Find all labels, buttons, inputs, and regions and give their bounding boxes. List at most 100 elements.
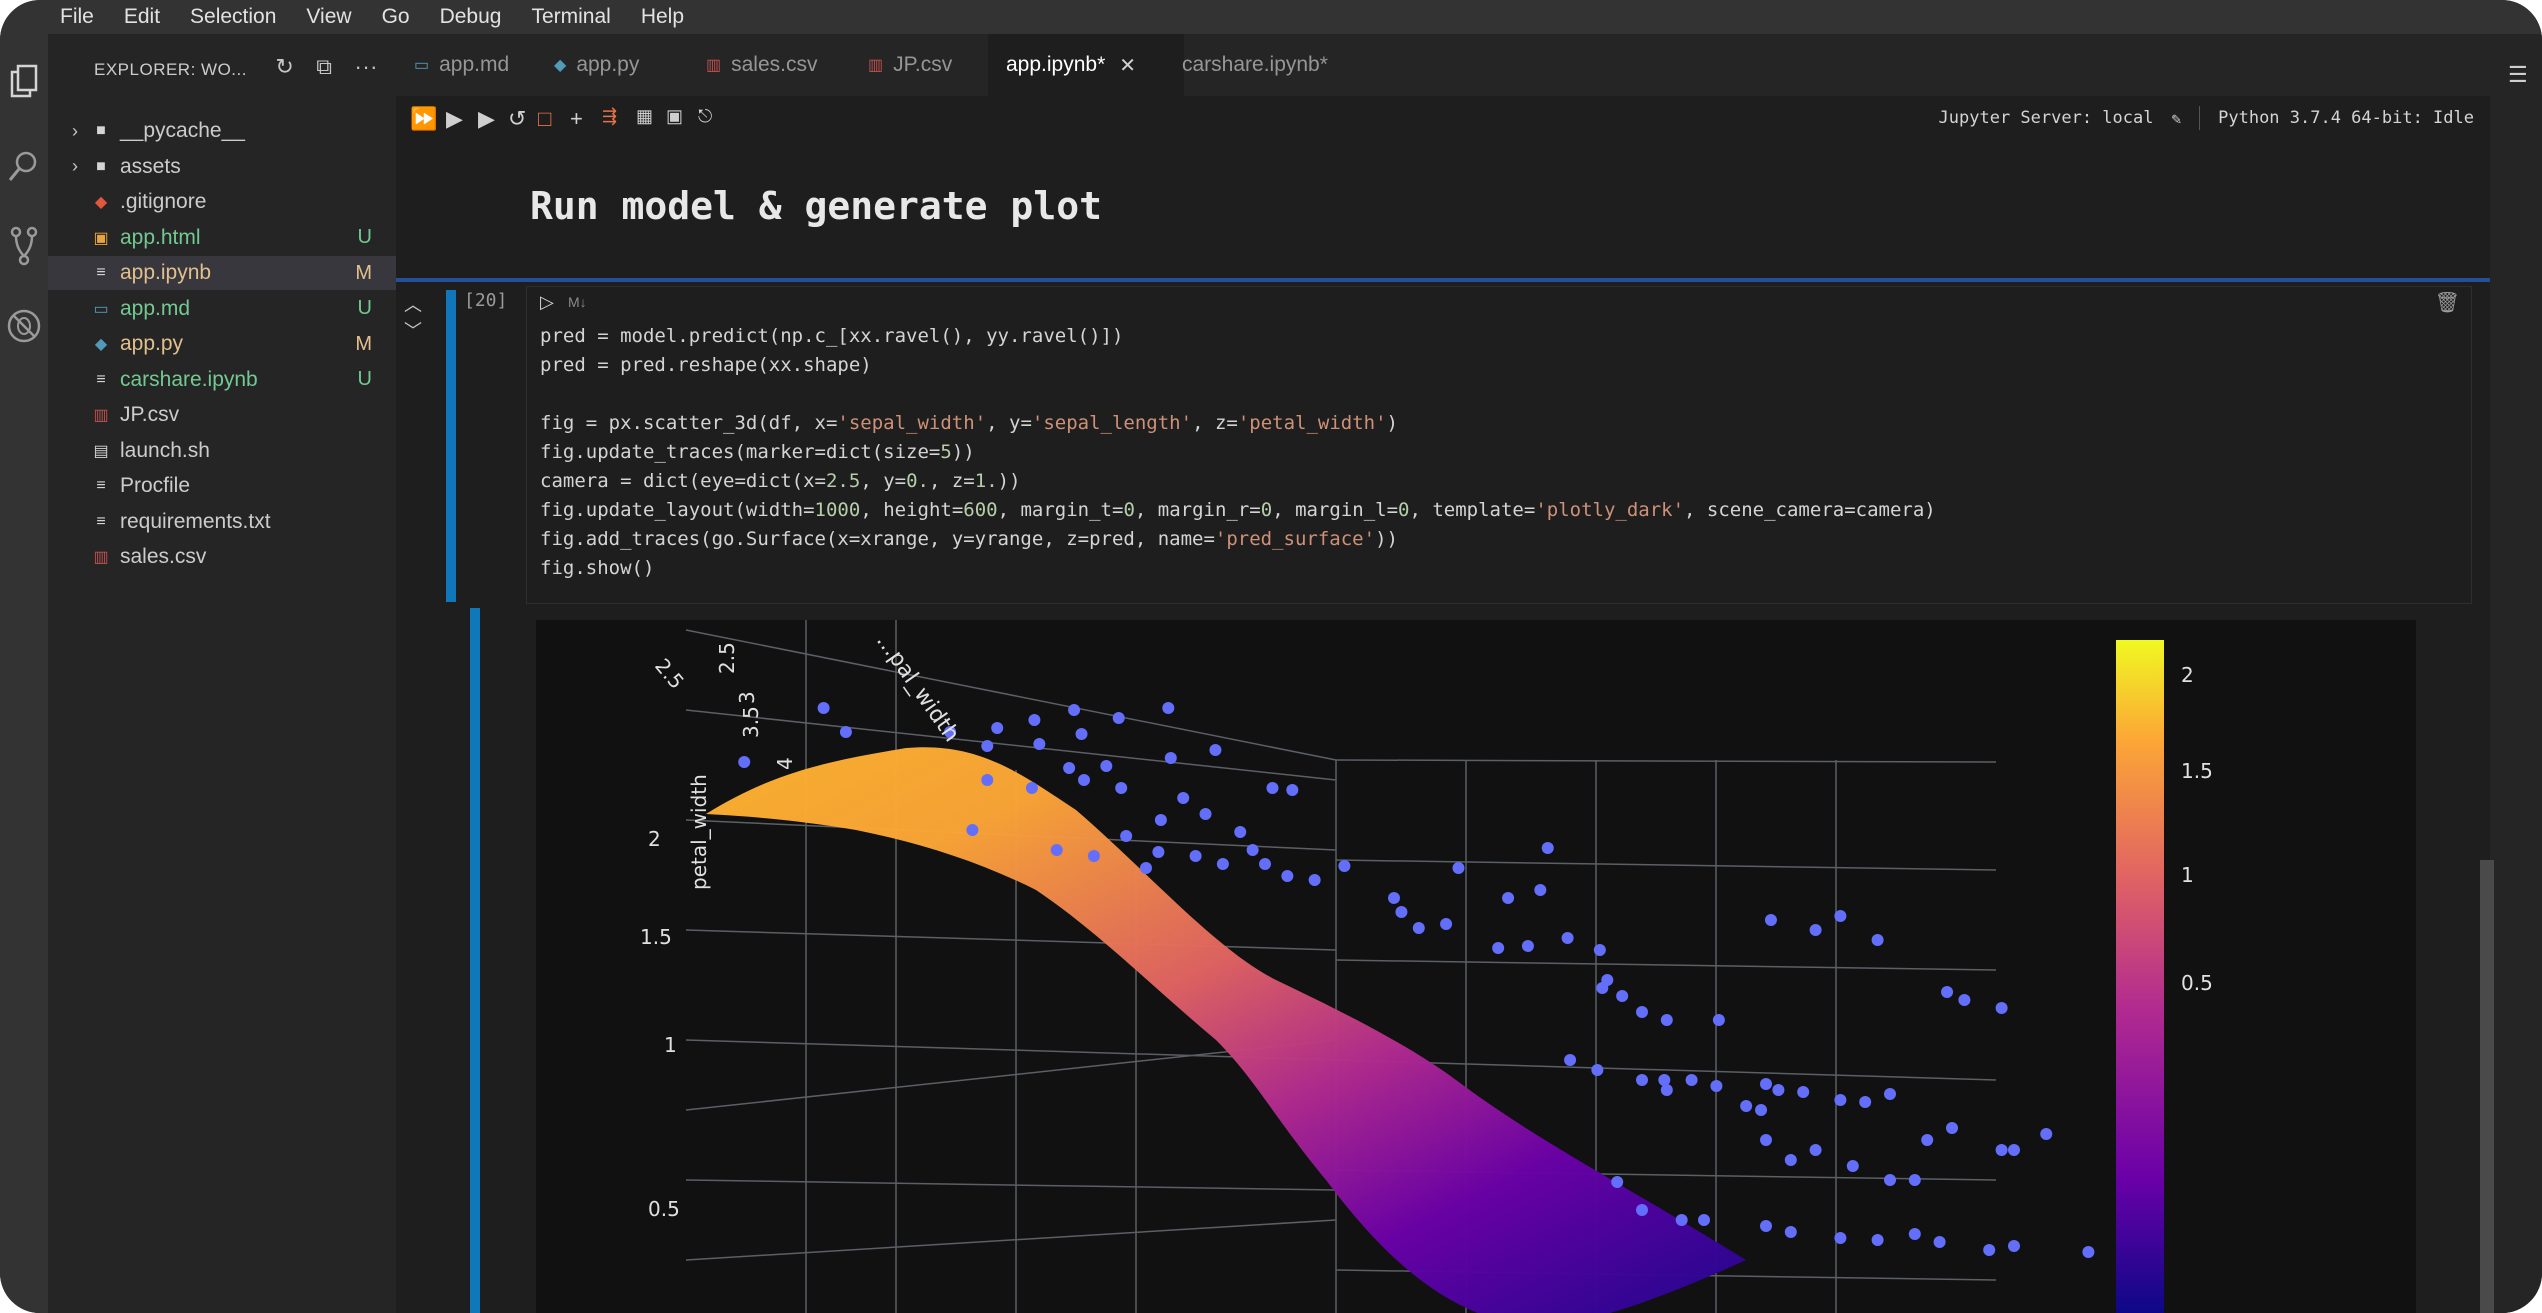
tree-item[interactable]: ≡ requirements.txt <box>48 505 396 539</box>
code-line[interactable]: pred = pred.reshape(xx.shape) <box>540 351 1936 380</box>
export-icon[interactable]: ⎋ <box>698 106 712 127</box>
tab-app-md[interactable]: ▭ app.md <box>396 34 556 96</box>
restart-kernel-icon[interactable]: ↺ <box>508 106 526 132</box>
menu-edit[interactable]: Edit <box>124 5 160 29</box>
menu-terminal[interactable]: Terminal <box>531 5 610 29</box>
sh-file-icon: ▤ <box>93 442 109 460</box>
scatter-point <box>1388 892 1400 904</box>
collapse-all-icon[interactable]: ⧉ <box>316 54 332 80</box>
csv-file-icon: ▥ <box>93 407 109 424</box>
code-line[interactable]: pred = model.predict(np.c_[xx.ravel(), y… <box>540 322 1936 351</box>
code-line[interactable]: camera = dict(eye=dict(x=2.5, y=0., z=1.… <box>540 467 1936 496</box>
delete-cell-icon[interactable]: 🗑 <box>2435 290 2460 315</box>
scatter-point <box>1908 1228 1921 1240</box>
more-icon[interactable]: ··· <box>355 54 378 80</box>
explorer-title: EXPLORER: WO... <box>94 60 247 79</box>
scatter-point <box>1075 728 1088 740</box>
menu-go[interactable]: Go <box>382 5 410 29</box>
explorer-icon[interactable] <box>4 62 44 106</box>
tree-item[interactable]: ◆ app.py M <box>48 327 396 361</box>
markdown-heading[interactable]: Run model & generate plot <box>530 184 1102 228</box>
md-file-icon: ▭ <box>414 57 430 74</box>
debug-icon[interactable] <box>4 304 44 348</box>
cell-move-arrows[interactable]: ︿ ﹀ <box>404 292 422 344</box>
git-status-badge: U <box>357 297 372 319</box>
menu-debug[interactable]: Debug <box>440 5 502 29</box>
close-icon[interactable]: ✕ <box>1119 53 1136 78</box>
tree-item[interactable]: ▥ sales.csv <box>48 540 396 574</box>
scatter-point <box>1797 1086 1810 1098</box>
tab-jp-csv[interactable]: ▥ JP.csv <box>850 34 1008 96</box>
tab-sales-csv[interactable]: ▥ sales.csv <box>688 34 870 96</box>
code-editor[interactable]: pred = model.predict(np.c_[xx.ravel(), y… <box>540 322 1936 583</box>
add-cell-icon[interactable]: + <box>570 106 583 132</box>
code-line[interactable]: fig.update_traces(marker=dict(size=5)) <box>540 438 1936 467</box>
scatter-3d-plot[interactable]: 0.5 1 1.5 2 2.5 3 3.5 4 2.5 petal_width ...pal_w… <box>536 620 2416 1313</box>
scatter-point <box>1941 986 1954 998</box>
plot-grid <box>685 620 1997 1313</box>
source-control-icon[interactable] <box>4 224 44 268</box>
kernel-status[interactable]: Python 3.7.4 64-bit: Idle <box>2218 108 2474 128</box>
run-cell-icon[interactable]: ▷ <box>540 292 554 313</box>
move-cell-up-icon[interactable]: ︿ <box>404 292 422 318</box>
notebook-area: Run model & generate plot ︿ ﹀ [20] ▷ M↓ … <box>396 142 2490 1313</box>
run-above-icon[interactable]: ▶ <box>446 106 463 132</box>
scatter-point <box>1946 1122 1958 1134</box>
clear-outputs-icon[interactable]: ⇶ <box>602 106 617 127</box>
scrollbar-thumb[interactable] <box>2480 860 2494 1313</box>
tree-item[interactable]: ≡ Procfile <box>48 469 396 503</box>
tab-app-ipynb-[interactable]: app.ipynb* ✕ <box>988 34 1184 96</box>
tree-item[interactable]: ▭ app.md U <box>48 292 396 326</box>
jupyter-server-status[interactable]: Jupyter Server: local <box>1939 108 2154 128</box>
menu-selection[interactable]: Selection <box>190 5 276 29</box>
scatter-point <box>1541 842 1554 854</box>
search-icon[interactable] <box>4 144 44 188</box>
scatter-point <box>1177 792 1190 804</box>
grid-line <box>1335 859 1997 871</box>
save-icon[interactable]: ▣ <box>666 106 683 127</box>
tree-item[interactable]: ≡ carshare.ipynb U <box>48 363 396 397</box>
chevron-right-icon[interactable]: › <box>72 121 78 142</box>
plot-output[interactable]: 0.5 1 1.5 2 2.5 3 3.5 4 2.5 petal_width ...pal_w… <box>536 620 2416 1313</box>
menu-view[interactable]: View <box>306 5 351 29</box>
variables-icon[interactable]: ▦ <box>636 106 653 127</box>
txt-file-icon: ≡ <box>96 477 106 494</box>
z-axis-label: petal_width <box>687 774 711 890</box>
code-line[interactable]: fig.update_layout(width=1000, height=600… <box>540 496 1936 525</box>
tab-label: app.py <box>576 53 640 76</box>
scatter-point <box>1140 862 1152 874</box>
change-to-markdown-button[interactable]: M↓ <box>568 294 587 310</box>
code-line[interactable] <box>540 380 1936 409</box>
explorer-header: EXPLORER: WO... ↻ ⧉ ··· <box>48 34 396 106</box>
chevron-right-icon[interactable]: › <box>72 156 78 177</box>
code-line[interactable]: fig.add_traces(go.Surface(x=xrange, y=yr… <box>540 525 1936 554</box>
run-all-icon[interactable]: ⏩ <box>410 106 437 132</box>
git-file-icon: ◆ <box>94 194 108 211</box>
scatter-point <box>1871 1234 1884 1246</box>
scatter-point <box>1492 942 1505 954</box>
editor-scrollbar[interactable] <box>2490 34 2542 1313</box>
scatter-point <box>1871 934 1884 946</box>
tab-app-py[interactable]: ◆ app.py <box>536 34 708 96</box>
code-line[interactable]: fig = px.scatter_3d(df, x='sepal_width',… <box>540 409 1936 438</box>
cell-selection-bar <box>446 290 456 602</box>
tree-item[interactable]: › ■ assets <box>48 150 396 184</box>
outline-icon[interactable]: ☰ <box>2508 62 2528 88</box>
run-below-icon[interactable]: ▶ <box>478 106 495 132</box>
code-line[interactable]: fig.show() <box>540 554 1936 583</box>
output-selection-bar <box>470 608 480 1313</box>
tree-item-label: app.html <box>120 225 201 249</box>
tree-item[interactable]: ▤ launch.sh <box>48 434 396 468</box>
menu-help[interactable]: Help <box>641 5 684 29</box>
tree-item[interactable]: › ■ __pycache__ <box>48 114 396 148</box>
move-cell-down-icon[interactable]: ﹀ <box>404 318 422 344</box>
menu-file[interactable]: File <box>60 5 94 29</box>
tree-item[interactable]: ≡ app.ipynb M <box>48 256 396 290</box>
interrupt-kernel-icon[interactable]: □ <box>538 106 551 132</box>
refresh-icon[interactable]: ↻ <box>275 54 294 80</box>
tree-item[interactable]: ◆ .gitignore <box>48 185 396 219</box>
tree-item[interactable]: ▥ JP.csv <box>48 398 396 432</box>
tab-carshare-ipynb-[interactable]: carshare.ipynb* <box>1164 34 1384 96</box>
tree-item[interactable]: ▣ app.html U <box>48 221 396 255</box>
csv-file-icon: ▥ <box>868 57 884 74</box>
